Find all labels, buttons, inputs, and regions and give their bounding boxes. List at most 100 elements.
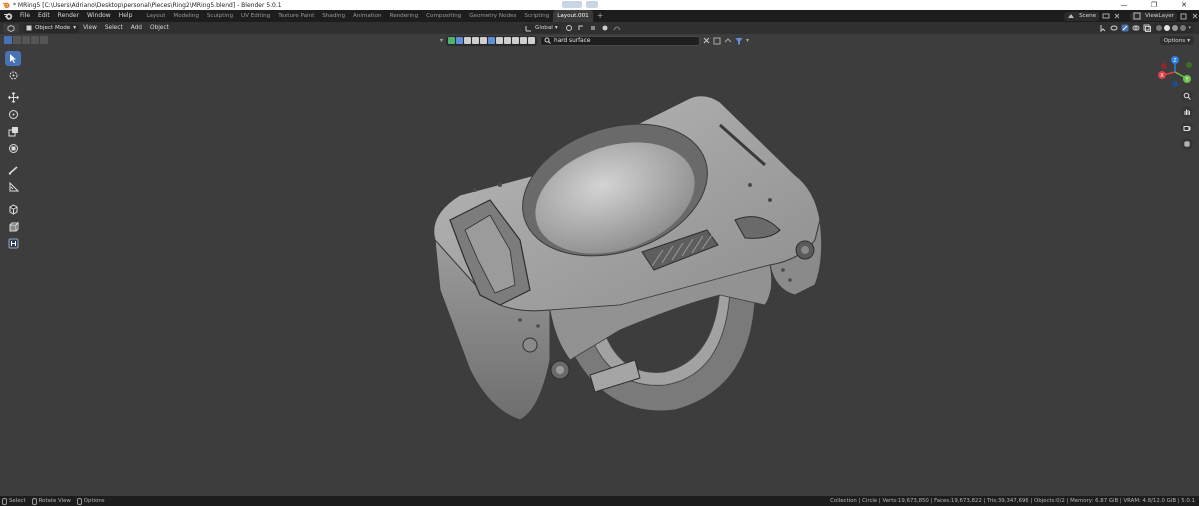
editor-type-button[interactable] <box>3 23 19 33</box>
pan-button[interactable] <box>1181 106 1193 118</box>
options-dropdown[interactable]: Options ▾ <box>1159 36 1194 45</box>
remove-view-layer-icon[interactable] <box>1191 12 1199 20</box>
tab-layout-001[interactable]: Layout.001 <box>553 10 593 22</box>
chevron-down-icon[interactable]: ▾ <box>1188 25 1191 31</box>
minimize-button[interactable]: — <box>1109 0 1139 10</box>
selectability-icon[interactable] <box>1099 24 1107 32</box>
remove-scene-icon[interactable] <box>1113 12 1121 20</box>
gizmo-toggle-icon[interactable] <box>1121 24 1129 32</box>
options-label: Options <box>1163 37 1186 44</box>
status-hints: Select Rotate View Options <box>2 497 109 505</box>
tab-uv-editing[interactable]: UV Editing <box>237 10 274 22</box>
title-control-1[interactable] <box>562 1 582 8</box>
search-input[interactable]: hard surface <box>540 35 701 46</box>
tool-transform[interactable] <box>5 141 21 156</box>
gizmo-x-label: X <box>1160 73 1164 79</box>
tool-measure[interactable] <box>5 180 21 195</box>
tab-texture-paint[interactable]: Texture Paint <box>274 10 318 22</box>
scene-selector[interactable]: Scene <box>1064 11 1100 21</box>
zoom-button[interactable] <box>1181 90 1193 102</box>
menu-edit[interactable]: Edit <box>34 10 54 22</box>
filter-options-icon[interactable] <box>713 37 721 45</box>
menu-render[interactable]: Render <box>54 10 83 22</box>
select-invert-icon[interactable] <box>31 36 39 44</box>
chevron-down-icon[interactable]: ▾ <box>746 37 749 44</box>
tool-add-cube[interactable] <box>5 202 21 217</box>
tool-annotate[interactable] <box>5 163 21 178</box>
tab-scripting[interactable]: Scripting <box>520 10 553 22</box>
clear-search-icon[interactable] <box>703 37 710 44</box>
camera-view-button[interactable] <box>1181 122 1193 134</box>
falloff-icon[interactable] <box>613 24 621 32</box>
snap-target-icon[interactable] <box>589 24 597 32</box>
filter-icon-7[interactable] <box>496 37 504 44</box>
viewport-menu-view[interactable]: View <box>79 22 101 34</box>
proportional-edit-icon[interactable] <box>601 24 609 32</box>
filter-icon-10[interactable] <box>520 37 528 44</box>
close-button[interactable]: ✕ <box>1169 0 1199 10</box>
tab-shading[interactable]: Shading <box>318 10 349 22</box>
orientation-label: Global <box>535 25 553 31</box>
gizmo-neg-y[interactable] <box>1186 62 1192 68</box>
viewport-menu-select[interactable]: Select <box>101 22 127 34</box>
filter-icon-9[interactable] <box>512 37 520 44</box>
tool-cursor[interactable] <box>5 68 21 83</box>
viewport-menu-object[interactable]: Object <box>146 22 173 34</box>
filter-icon-5[interactable] <box>480 37 488 44</box>
gizmo-neg-x[interactable] <box>1161 63 1167 69</box>
tool-hard-ops[interactable] <box>5 236 21 251</box>
orientation-dropdown[interactable]: Global ▾ <box>522 23 561 33</box>
funnel-icon[interactable] <box>735 37 743 45</box>
navigation-gizmo[interactable]: Z Y X <box>1153 54 1195 88</box>
rendered-shading-icon[interactable] <box>1180 25 1187 31</box>
select-extend-icon[interactable] <box>13 36 21 44</box>
viewport-menu-add[interactable]: Add <box>127 22 146 34</box>
maximize-button[interactable]: ❐ <box>1139 0 1169 10</box>
tool-rotate[interactable] <box>5 107 21 122</box>
select-new-icon[interactable] <box>4 36 12 44</box>
filter-icon-1[interactable] <box>448 37 456 44</box>
filter-icon-6[interactable] <box>488 37 496 44</box>
title-control-2[interactable] <box>586 1 598 8</box>
tool-move[interactable] <box>5 90 21 105</box>
tab-modeling[interactable]: Modeling <box>169 10 202 22</box>
add-workspace-button[interactable]: + <box>593 10 608 22</box>
menu-file[interactable]: File <box>16 10 34 22</box>
ring-model[interactable] <box>420 90 840 430</box>
select-subtract-icon[interactable] <box>22 36 30 44</box>
snap-icon[interactable] <box>577 24 585 32</box>
filter-icon-3[interactable] <box>464 37 472 44</box>
select-intersect-icon[interactable] <box>40 36 48 44</box>
xray-icon[interactable] <box>1143 24 1152 32</box>
solid-shading-icon[interactable] <box>1164 25 1171 31</box>
filter-icon-4[interactable] <box>472 37 480 44</box>
filter-icon-8[interactable] <box>504 37 512 44</box>
tab-rendering[interactable]: Rendering <box>386 10 423 22</box>
link-icon[interactable] <box>724 37 732 45</box>
copy-view-layer-icon[interactable] <box>1180 12 1188 20</box>
wireframe-shading-icon[interactable] <box>1156 25 1163 31</box>
menu-help[interactable]: Help <box>115 10 137 22</box>
tab-compositing[interactable]: Compositing <box>422 10 465 22</box>
tool-scale[interactable] <box>5 124 21 139</box>
tool-select-box[interactable] <box>5 51 21 66</box>
chevron-down-icon[interactable]: ▾ <box>440 37 443 44</box>
overlays-icon[interactable] <box>1132 24 1140 32</box>
menu-window[interactable]: Window <box>83 10 115 22</box>
filter-icon-2[interactable] <box>456 37 464 44</box>
gizmo-neg-z[interactable] <box>1172 81 1178 87</box>
visibility-icon[interactable] <box>1110 24 1118 32</box>
pivot-point-icon[interactable] <box>565 24 573 32</box>
tab-sculpting[interactable]: Sculpting <box>203 10 237 22</box>
material-shading-icon[interactable] <box>1172 25 1179 31</box>
tab-layout[interactable]: Layout <box>142 10 169 22</box>
tab-geometry-nodes[interactable]: Geometry Nodes <box>465 10 520 22</box>
blender-menu-icon[interactable] <box>3 11 13 21</box>
tool-extrude[interactable] <box>5 219 21 234</box>
pin-scene-icon[interactable] <box>1102 12 1110 20</box>
ortho-toggle-button[interactable] <box>1181 138 1193 150</box>
filter-icon-11[interactable] <box>528 37 536 44</box>
view-layer-selector[interactable]: ViewLayer <box>1130 11 1177 21</box>
mode-dropdown[interactable]: Object Mode ▾ <box>23 23 80 33</box>
tab-animation[interactable]: Animation <box>349 10 386 22</box>
